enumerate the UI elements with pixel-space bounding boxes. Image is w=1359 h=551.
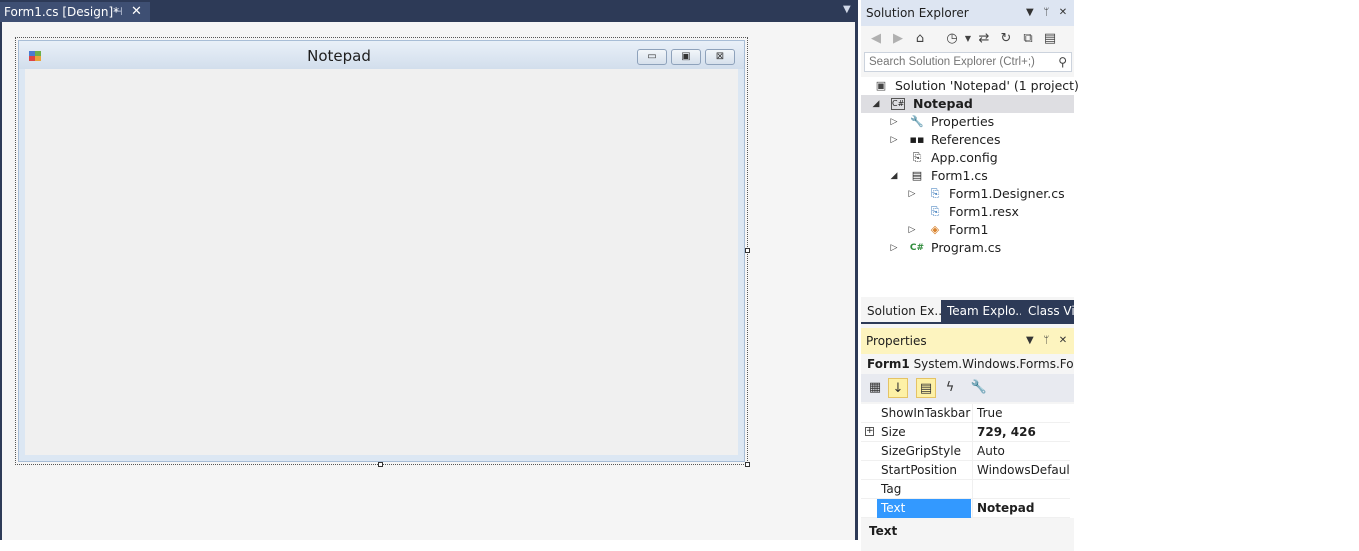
designer-area: Form1.cs [Design]* ⊣ ✕ ▼ Notepad ▭ ▣ ⊠ bbox=[0, 0, 858, 540]
resx-file-icon: ⎘ bbox=[930, 205, 940, 218]
property-row[interactable]: ShowInTaskbar True bbox=[861, 404, 1070, 423]
pin-icon[interactable]: ᛘ bbox=[1043, 7, 1049, 18]
solution-explorer-search[interactable]: ⚲ bbox=[864, 52, 1072, 72]
csharp-project-icon: C# bbox=[891, 98, 905, 110]
collapsed-arrow-icon[interactable]: ▷ bbox=[889, 131, 899, 149]
search-input[interactable] bbox=[865, 53, 1053, 71]
close-icon: ⊠ bbox=[715, 51, 725, 62]
minimize-button[interactable]: ▭ bbox=[637, 49, 667, 65]
maximize-icon: ▣ bbox=[681, 51, 691, 62]
solution-explorer-toolbar: ◀ ▶ ⌂ ◷ ▼ ⇄ ↻ ⧉ ▤ bbox=[861, 26, 1074, 52]
property-row[interactable]: + Size 729, 426 bbox=[861, 423, 1070, 442]
form-title: Notepad bbox=[307, 47, 371, 65]
references-icon: ▪▪ bbox=[909, 133, 925, 146]
collapse-all-icon[interactable]: ⧉ bbox=[1019, 30, 1037, 48]
cs-file-icon: ⎘ bbox=[930, 187, 940, 200]
tree-item-form1-designer[interactable]: ▷ ⎘ Form1.Designer.cs bbox=[861, 185, 1074, 203]
maximize-button[interactable]: ▣ bbox=[671, 49, 701, 65]
tab-class-view[interactable]: Class Vie bbox=[1028, 300, 1074, 322]
properties-title: Properties bbox=[866, 334, 927, 348]
chevron-down-icon[interactable]: ▼ bbox=[1026, 7, 1034, 18]
tree-item-solution[interactable]: ▣ Solution 'Notepad' (1 project) bbox=[861, 77, 1079, 95]
collapsed-arrow-icon[interactable]: ▷ bbox=[889, 113, 899, 131]
categorized-icon[interactable]: ▦ bbox=[865, 378, 885, 398]
search-icon[interactable]: ⚲ bbox=[1058, 55, 1067, 69]
tab-dropdown-icon[interactable]: ▼ bbox=[843, 4, 851, 15]
close-icon[interactable]: ✕ bbox=[131, 2, 142, 22]
form-window[interactable]: Notepad ▭ ▣ ⊠ bbox=[18, 40, 745, 462]
collapsed-arrow-icon[interactable]: ▷ bbox=[907, 221, 917, 239]
tree-item-form1-cs[interactable]: ◢ ▤ Form1.cs bbox=[861, 167, 1074, 185]
minimize-icon: ▭ bbox=[647, 51, 657, 62]
alphabetical-icon[interactable]: ↓ bbox=[888, 378, 908, 398]
resize-handle-right[interactable] bbox=[745, 248, 750, 253]
tree-item-app-config[interactable]: ⎘ App.config bbox=[861, 149, 1074, 167]
collapsed-arrow-icon[interactable]: ▷ bbox=[889, 239, 899, 257]
object-name: Form1 bbox=[867, 357, 910, 371]
properties-view-icon[interactable]: ▤ bbox=[916, 378, 936, 398]
properties-object-selector[interactable]: Form1 System.Windows.Forms.Form bbox=[861, 354, 1074, 374]
properties-header[interactable]: Properties ▼ ᛘ ✕ bbox=[861, 328, 1074, 354]
forward-icon[interactable]: ▶ bbox=[889, 30, 907, 48]
property-row-selected[interactable]: Text Notepad bbox=[861, 499, 1070, 518]
object-type: System.Windows.Forms.Form bbox=[913, 357, 1074, 371]
expanded-arrow-icon[interactable]: ◢ bbox=[871, 95, 881, 113]
close-icon[interactable]: ✕ bbox=[1059, 335, 1067, 346]
solution-explorer-panel: Solution Explorer ▼ ᛘ ✕ ◀ ▶ ⌂ ◷ ▼ ⇄ ↻ ⧉ … bbox=[861, 0, 1079, 328]
properties-panel: Properties ▼ ᛘ ✕ Form1 System.Windows.Fo… bbox=[861, 328, 1074, 551]
tree-item-form1-class[interactable]: ▷ ◈ Form1 bbox=[861, 221, 1074, 239]
solution-explorer-header[interactable]: Solution Explorer ▼ ᛘ ✕ bbox=[861, 0, 1074, 26]
tab-form1-design[interactable]: Form1.cs [Design]* ⊣ ✕ bbox=[0, 2, 150, 22]
collapsed-arrow-icon[interactable]: ▷ bbox=[907, 185, 917, 203]
solution-icon: ▣ bbox=[875, 79, 887, 92]
expand-plus-icon[interactable]: + bbox=[865, 427, 874, 436]
properties-icon[interactable]: ▤ bbox=[1041, 30, 1059, 48]
pin-icon[interactable]: ᛘ bbox=[1043, 335, 1049, 346]
solution-tree: ▣ Solution 'Notepad' (1 project) ◢ C# No… bbox=[861, 77, 1079, 297]
tab-title: Form1.cs [Design]* bbox=[4, 5, 120, 19]
property-description: Text bbox=[861, 520, 1074, 551]
solution-explorer-title: Solution Explorer bbox=[866, 6, 969, 20]
class-icon: ◈ bbox=[930, 223, 940, 236]
property-row[interactable]: StartPosition WindowsDefaultL bbox=[861, 461, 1070, 480]
sync-icon[interactable]: ⇄ bbox=[975, 30, 993, 48]
tree-item-references[interactable]: ▷ ▪▪ References bbox=[861, 131, 1074, 149]
close-button[interactable]: ⊠ bbox=[705, 49, 735, 65]
form-client-area[interactable] bbox=[25, 69, 738, 455]
property-row[interactable]: Tag bbox=[861, 480, 1070, 499]
tab-team-explorer[interactable]: Team Explo... bbox=[947, 300, 1021, 322]
csharp-file-icon: C# bbox=[909, 243, 925, 253]
tree-item-program-cs[interactable]: ▷ C# Program.cs bbox=[861, 239, 1074, 257]
document-tabstrip: Form1.cs [Design]* ⊣ ✕ ▼ bbox=[0, 0, 858, 22]
property-row[interactable]: SizeGripStyle Auto bbox=[861, 442, 1070, 461]
form-file-icon: ▤ bbox=[911, 169, 923, 182]
tree-item-properties[interactable]: ▷ 🔧 Properties bbox=[861, 113, 1074, 131]
properties-toolbar: ▦ ↓ ▤ ϟ 🔧 bbox=[861, 374, 1074, 402]
home-icon[interactable]: ⌂ bbox=[911, 30, 929, 48]
resize-handle-corner[interactable] bbox=[745, 462, 750, 467]
events-icon[interactable]: ϟ bbox=[940, 378, 960, 398]
pin-icon[interactable]: ⊣ bbox=[113, 2, 123, 22]
tree-item-form1-resx[interactable]: ⎘ Form1.resx bbox=[861, 203, 1074, 221]
back-icon[interactable]: ◀ bbox=[867, 30, 885, 48]
chevron-down-icon[interactable]: ▼ bbox=[1026, 335, 1034, 346]
property-pages-icon[interactable]: 🔧 bbox=[969, 378, 989, 398]
expanded-arrow-icon[interactable]: ◢ bbox=[889, 167, 899, 185]
close-icon[interactable]: ✕ bbox=[1059, 7, 1067, 18]
refresh-icon[interactable]: ↻ bbox=[997, 30, 1015, 48]
tab-solution-explorer[interactable]: Solution Ex... bbox=[861, 300, 941, 322]
resize-handle-bottom[interactable] bbox=[378, 462, 383, 467]
explorer-bottom-tabs: Solution Ex... Team Explo... Class Vie bbox=[861, 300, 1074, 324]
form-titlebar[interactable]: Notepad ▭ ▣ ⊠ bbox=[19, 41, 744, 69]
config-file-icon: ⎘ bbox=[912, 151, 922, 164]
tree-item-project[interactable]: ◢ C# Notepad bbox=[861, 95, 1074, 113]
property-grid: ShowInTaskbar True + Size 729, 426 SizeG… bbox=[861, 404, 1074, 518]
wrench-icon: 🔧 bbox=[910, 115, 924, 128]
